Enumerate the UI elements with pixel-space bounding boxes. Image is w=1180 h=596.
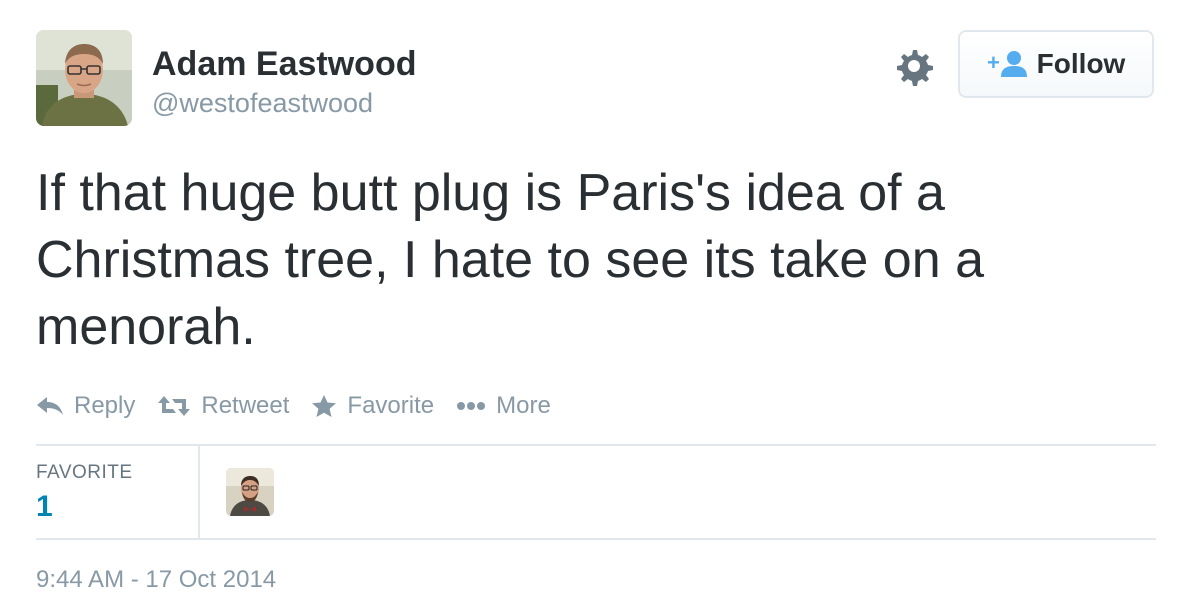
follow-button[interactable]: + Follow [958,30,1154,98]
favoriter-avatar[interactable] [226,468,274,516]
tweet-timestamp[interactable]: 9:44 AM - 17 Oct 2014 [36,566,276,594]
reply-button[interactable]: Reply [36,392,135,420]
favorite-label: Favorite [347,392,435,419]
tweet-stats: FAVORITE 1 [36,446,1156,540]
tweet-card: Adam Eastwood @westofeastwood + Follow I… [36,30,1156,596]
retweet-label: Retweet [201,392,290,419]
reply-label: Reply [74,392,136,419]
retweet-button[interactable]: Retweet [157,392,289,420]
divider-bottom [36,538,1156,540]
more-label: More [496,392,551,419]
favorites-stat-label: FAVORITE [36,462,133,483]
user-handle[interactable]: @westofeastwood [152,87,373,119]
favorites-stat[interactable]: FAVORITE 1 [36,446,200,540]
tweet-text: If that huge butt plug is Paris's idea o… [36,164,985,356]
more-button[interactable]: More [456,392,551,420]
reply-icon [37,397,63,415]
retweet-icon [158,396,191,416]
star-icon [312,395,337,417]
tweet-header: Adam Eastwood @westofeastwood + Follow [36,30,1156,130]
gear-icon[interactable] [894,46,934,86]
ellipsis-icon [457,402,486,410]
svg-text:+: + [987,50,1000,75]
tweet-actions: Reply Retweet Favorite More [36,390,573,422]
add-user-icon: + [987,50,1027,77]
user-avatar[interactable] [36,30,132,126]
user-display-name[interactable]: Adam Eastwood [152,44,416,84]
favorite-button[interactable]: Favorite [311,392,434,420]
favorites-stat-count: 1 [36,490,53,523]
follow-button-label: Follow [1036,48,1126,79]
